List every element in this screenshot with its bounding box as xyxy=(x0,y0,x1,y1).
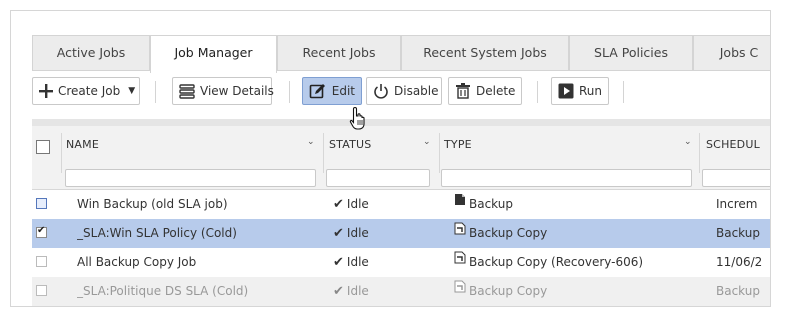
schedule-filter-input[interactable] xyxy=(702,169,770,187)
table-header-strip xyxy=(32,119,770,126)
tab-underline xyxy=(32,70,770,71)
column-divider xyxy=(439,133,440,173)
job-status: ✔ Idle xyxy=(333,219,369,248)
job-type: Backup Copy xyxy=(454,277,547,306)
column-header-type[interactable]: TYPE xyxy=(444,138,472,151)
tab-bar: Active Jobs Job Manager Recent Jobs Rece… xyxy=(32,35,770,73)
table-row-selected[interactable]: ✔ _SLA:Win SLA Policy (Cold) ✔ Idle Backu… xyxy=(32,219,770,248)
power-icon xyxy=(373,81,389,101)
backup-copy-icon xyxy=(454,277,466,304)
chevron-down-icon[interactable]: ⌄ xyxy=(684,137,692,147)
plus-icon xyxy=(39,81,53,101)
backup-icon xyxy=(454,190,466,217)
chevron-down-icon[interactable]: ⌄ xyxy=(423,137,431,147)
create-job-label: Create Job xyxy=(58,84,121,98)
job-schedule: Backup xyxy=(716,284,760,298)
backup-copy-icon xyxy=(454,248,466,275)
toolbar: Create Job ▼ View Details Edit Disable D… xyxy=(11,73,770,119)
disable-button[interactable]: Disable xyxy=(366,77,442,105)
toolbar-divider xyxy=(155,81,156,103)
run-label: Run xyxy=(579,84,603,98)
job-status: ✔ Idle xyxy=(333,190,369,219)
edit-button[interactable]: Edit xyxy=(302,77,362,105)
view-details-button[interactable]: View Details xyxy=(172,77,274,105)
table-row-disabled[interactable]: _SLA:Politique DS SLA (Cold) ✔ Idle Backu… xyxy=(32,277,770,306)
column-header-schedule[interactable]: SCHEDUL xyxy=(706,138,760,151)
type-text: Backup Copy (Recovery-606) xyxy=(469,255,644,269)
job-status: ✔ Idle xyxy=(333,248,369,277)
chevron-down-icon[interactable]: ⌄ xyxy=(307,137,315,147)
jobs-table: NAME ⌄ STATUS ⌄ TYPE ⌄ SCHEDUL Win Backu… xyxy=(32,119,770,306)
column-header-status[interactable]: STATUS xyxy=(329,138,371,151)
tab-recent-system-jobs[interactable]: Recent System Jobs xyxy=(401,35,569,71)
tab-active-jobs[interactable]: Active Jobs xyxy=(32,35,150,71)
disable-label: Disable xyxy=(394,84,439,98)
job-name: All Backup Copy Job xyxy=(77,255,197,269)
dropdown-caret-icon: ▼ xyxy=(128,86,136,96)
name-filter-input[interactable] xyxy=(65,169,316,187)
delete-button[interactable]: Delete xyxy=(448,77,522,105)
edit-label: Edit xyxy=(331,84,355,98)
run-button[interactable]: Run xyxy=(551,77,609,105)
status-text: Idle xyxy=(346,226,369,240)
job-schedule: Increm xyxy=(716,197,758,211)
column-header-name[interactable]: NAME xyxy=(66,138,99,151)
type-text: Backup Copy xyxy=(469,226,548,240)
job-type: Backup xyxy=(454,190,513,219)
table-header: NAME ⌄ STATUS ⌄ TYPE ⌄ SCHEDUL xyxy=(32,126,770,190)
job-manager-panel: Active Jobs Job Manager Recent Jobs Rece… xyxy=(10,10,771,307)
play-icon xyxy=(558,81,574,101)
type-text: Backup xyxy=(469,197,513,211)
row-checkbox-checked[interactable]: ✔ xyxy=(36,225,47,238)
status-filter-input[interactable] xyxy=(326,169,430,187)
column-divider xyxy=(699,133,700,173)
job-type: Backup Copy (Recovery-606) xyxy=(454,248,643,277)
create-job-button[interactable]: Create Job ▼ xyxy=(32,77,140,105)
tab-recent-jobs[interactable]: Recent Jobs xyxy=(277,35,401,71)
table-row[interactable]: Win Backup (old SLA job) ✔ Idle Backup In… xyxy=(32,190,770,219)
job-type: Backup Copy xyxy=(454,219,547,248)
tab-sla-policies[interactable]: SLA Policies xyxy=(569,35,693,71)
type-filter-input[interactable] xyxy=(441,169,692,187)
job-name: _SLA:Politique DS SLA (Cold) xyxy=(77,284,249,298)
checkmark-icon: ✔ xyxy=(333,226,344,241)
job-name: Win Backup (old SLA job) xyxy=(77,197,228,211)
view-details-label: View Details xyxy=(200,84,274,98)
toolbar-divider xyxy=(289,81,290,103)
status-text: Idle xyxy=(346,197,369,211)
hand-pointer-cursor-icon xyxy=(349,106,367,133)
checkmark-icon: ✔ xyxy=(333,284,344,299)
backup-copy-icon xyxy=(454,219,466,246)
job-name: _SLA:Win SLA Policy (Cold) xyxy=(77,226,237,240)
job-schedule: Backup xyxy=(716,226,760,240)
checkmark-icon: ✔ xyxy=(37,225,46,236)
toolbar-divider xyxy=(537,81,538,103)
row-checkbox[interactable] xyxy=(36,256,47,267)
status-text: Idle xyxy=(346,284,369,298)
job-status: ✔ Idle xyxy=(333,277,369,306)
tab-job-manager[interactable]: Job Manager xyxy=(150,35,277,73)
delete-label: Delete xyxy=(476,84,516,98)
job-schedule: 11/06/2 xyxy=(716,255,763,269)
column-divider xyxy=(323,133,324,173)
trash-icon xyxy=(455,81,471,101)
row-checkbox[interactable] xyxy=(36,198,47,209)
select-all-checkbox[interactable] xyxy=(36,140,50,154)
checkmark-icon: ✔ xyxy=(333,255,344,270)
table-row[interactable]: All Backup Copy Job ✔ Idle Backup Copy (R… xyxy=(32,248,770,277)
row-checkbox[interactable] xyxy=(36,285,47,296)
tab-jobs-c[interactable]: Jobs C xyxy=(693,35,770,71)
edit-icon xyxy=(309,81,327,101)
toolbar-divider xyxy=(623,81,624,103)
checkmark-icon: ✔ xyxy=(333,197,344,212)
status-text: Idle xyxy=(346,255,369,269)
list-details-icon xyxy=(179,81,195,101)
column-divider xyxy=(61,133,62,173)
type-text: Backup Copy xyxy=(469,284,548,298)
